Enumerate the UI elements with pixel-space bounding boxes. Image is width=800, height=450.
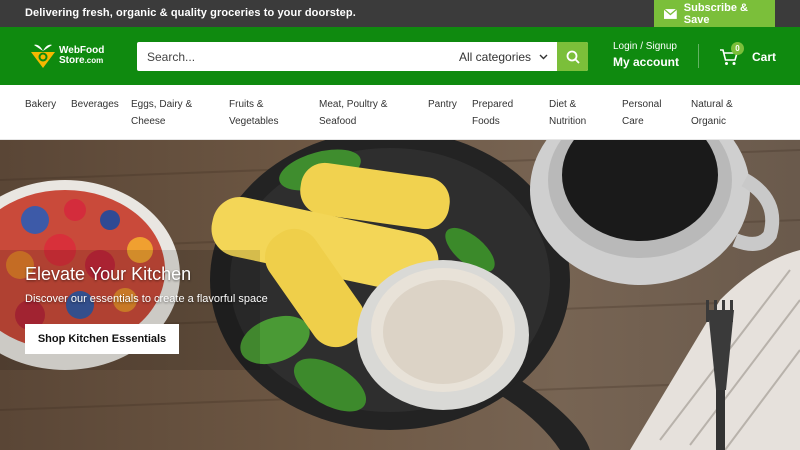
search-button[interactable]	[557, 42, 588, 71]
site-header: WebFood Store.com All categories Login /…	[0, 27, 800, 85]
cart-count-badge: 0	[731, 42, 744, 55]
nav-item-natural-organic[interactable]: Natural & Organic	[691, 96, 733, 130]
nav-label: Eggs, Dairy &	[131, 99, 193, 110]
announcement-bar: Delivering fresh, organic & quality groc…	[0, 0, 800, 27]
nav-label-line2: Seafood	[319, 116, 357, 127]
logo-suffix: .com	[84, 56, 104, 65]
nav-label: Bakery	[25, 99, 57, 110]
search-bar: All categories	[137, 42, 588, 71]
category-select[interactable]: All categories	[459, 42, 557, 71]
subscribe-button[interactable]: Subscribe & Save	[654, 0, 775, 27]
site-logo[interactable]: WebFood Store.com	[29, 40, 114, 72]
nav-label: Pantry	[428, 99, 457, 110]
subscribe-label: Subscribe & Save	[683, 1, 748, 26]
logo-text: WebFood Store.com	[59, 46, 104, 66]
my-account-label: My account	[613, 55, 680, 69]
category-label: All categories	[459, 49, 532, 64]
nav-label: Personal	[622, 99, 662, 110]
logo-line2: Store	[59, 55, 85, 66]
nav-item-prepared-foods[interactable]: Prepared Foods	[472, 96, 513, 130]
chevron-down-icon	[539, 54, 548, 59]
search-input[interactable]	[137, 42, 447, 71]
shop-kitchen-essentials-button[interactable]: Shop Kitchen Essentials	[25, 324, 179, 354]
nav-label-line2: Cheese	[131, 116, 166, 127]
nav-item-beverages[interactable]: Beverages	[71, 96, 119, 113]
nav-label: Meat, Poultry &	[319, 99, 388, 110]
nav-label-line2: Care	[622, 116, 644, 127]
account-link[interactable]: Login / Signup My account	[613, 41, 679, 69]
cart-label: Cart	[752, 50, 777, 64]
hero-title: Elevate Your Kitchen	[25, 264, 192, 284]
nav-label: Diet &	[549, 99, 577, 110]
nav-label: Beverages	[71, 99, 119, 110]
announcement-text: Delivering fresh, organic & quality groc…	[25, 7, 356, 19]
nav-item-bakery[interactable]: Bakery	[25, 96, 56, 113]
nav-label-line2: Vegetables	[229, 116, 279, 127]
logo-icon	[31, 44, 55, 68]
nav-label-line2: Nutrition	[549, 116, 587, 127]
category-nav: Bakery Beverages Eggs, Dairy & Cheese Fr…	[0, 85, 800, 140]
search-icon	[566, 50, 580, 64]
nav-label: Prepared	[472, 99, 514, 110]
nav-label: Natural &	[691, 99, 733, 110]
nav-item-eggs-dairy-cheese[interactable]: Eggs, Dairy & Cheese	[131, 96, 192, 130]
nav-label-line2: Organic	[691, 116, 727, 127]
login-signup-label: Login / Signup	[613, 41, 677, 52]
cart-button[interactable]: 0 Cart	[719, 42, 777, 70]
nav-item-diet-nutrition[interactable]: Diet & Nutrition	[549, 96, 586, 130]
mail-icon	[664, 8, 677, 19]
nav-label: Fruits &	[229, 99, 264, 110]
cart-icon-wrap: 0	[719, 42, 744, 66]
nav-item-meat-poultry-seafood[interactable]: Meat, Poultry & Seafood	[319, 96, 387, 130]
hero-banner: Elevate Your Kitchen Discover our essent…	[0, 140, 800, 450]
nav-item-personal-care[interactable]: Personal Care	[622, 96, 661, 130]
nav-item-pantry[interactable]: Pantry	[428, 96, 457, 113]
hero-subtitle: Discover our essentials to create a flav…	[25, 293, 268, 305]
nav-label-line2: Foods	[472, 116, 500, 127]
nav-item-fruits-vegetables[interactable]: Fruits & Vegetables	[229, 96, 279, 130]
header-divider	[698, 44, 699, 68]
